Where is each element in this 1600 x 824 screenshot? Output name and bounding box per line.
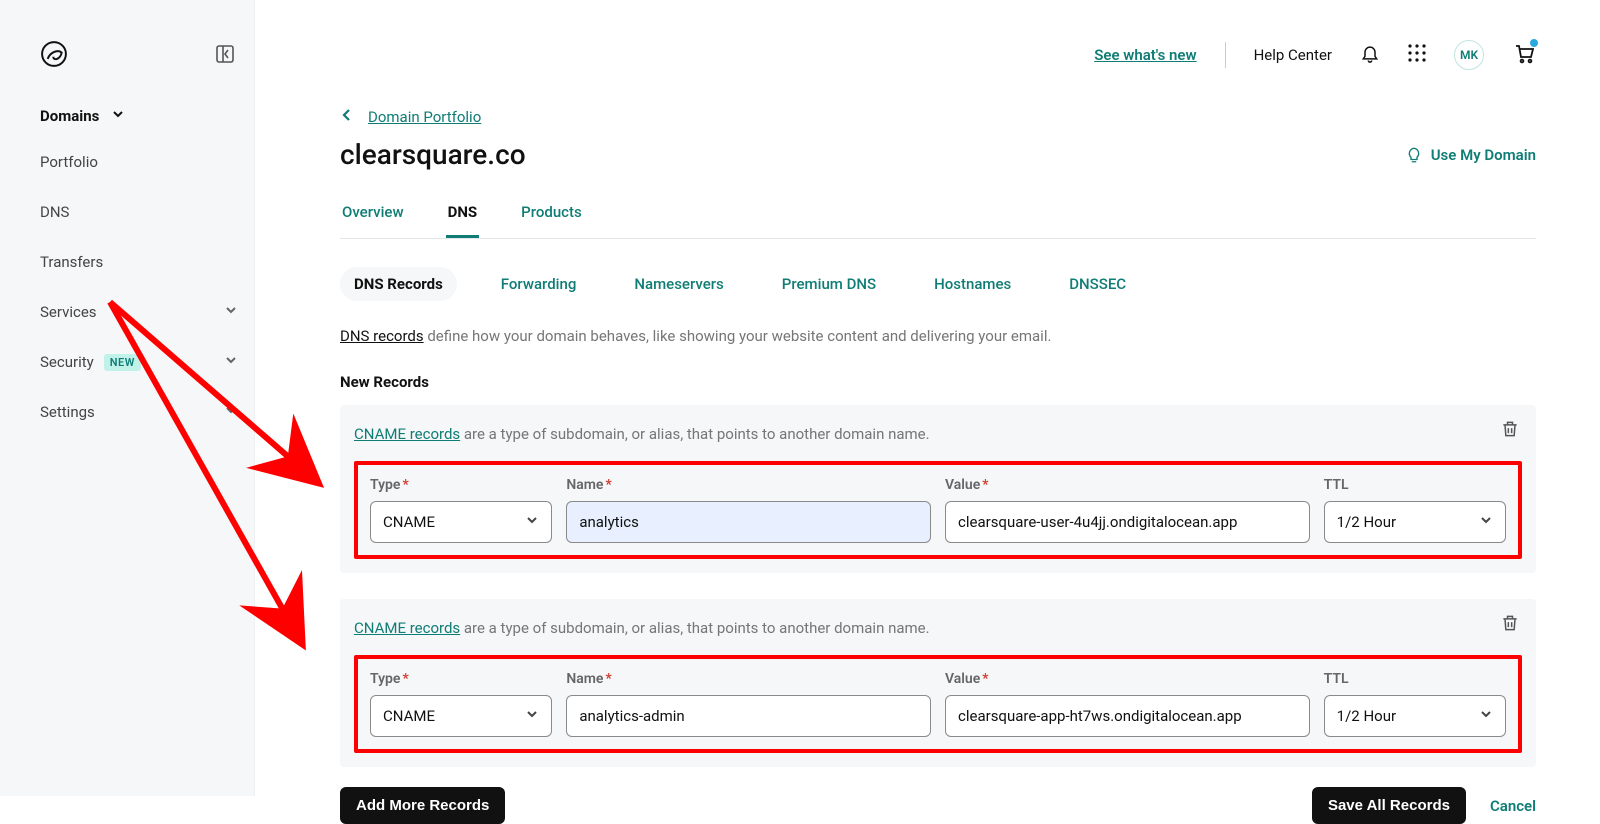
- sidebar-item-label: DNS: [40, 203, 69, 221]
- sidebar-item-security[interactable]: Security NEW: [0, 337, 254, 387]
- chevron-down-icon: [224, 353, 238, 371]
- value-input[interactable]: [945, 501, 1310, 543]
- cart-icon[interactable]: [1512, 41, 1536, 69]
- cname-help-text: CNAME records are a type of subdomain, o…: [354, 619, 1522, 637]
- footer-actions: Add More Records Save All Records Cancel: [340, 787, 1536, 824]
- main-content: Domain Portfolio clearsquare.co Use My D…: [340, 108, 1536, 824]
- cname-help-text: CNAME records are a type of subdomain, o…: [354, 425, 1522, 443]
- sidebar-item-label: Services: [40, 303, 97, 321]
- name-input[interactable]: [566, 501, 931, 543]
- breadcrumb-link[interactable]: Domain Portfolio: [368, 108, 481, 126]
- breadcrumb: Domain Portfolio: [340, 108, 1536, 126]
- help-center-link[interactable]: Help Center: [1254, 46, 1332, 64]
- field-label-name: Name*: [566, 477, 931, 493]
- dns-records-help-link[interactable]: DNS records: [340, 327, 424, 345]
- dns-subtabs: DNS Records Forwarding Nameservers Premi…: [340, 267, 1536, 301]
- field-label-ttl: TTL: [1324, 477, 1506, 493]
- record-card: CNAME records are a type of subdomain, o…: [340, 599, 1536, 767]
- subtab-dnssec[interactable]: DNSSEC: [1055, 267, 1140, 301]
- sidebar-item-label: Security: [40, 353, 94, 371]
- record-fields-row: Type* CNAME Name* Value* TTL 1/2 Hour: [354, 655, 1522, 753]
- field-label-name: Name*: [566, 671, 931, 687]
- bell-icon[interactable]: [1360, 43, 1380, 67]
- dns-records-info: DNS records define how your domain behav…: [340, 327, 1536, 345]
- field-label-value: Value*: [945, 477, 1310, 493]
- ttl-select[interactable]: 1/2 Hour: [1324, 501, 1506, 543]
- main-tabs: Overview DNS Products: [340, 193, 1536, 239]
- field-label-value: Value*: [945, 671, 1310, 687]
- tab-overview[interactable]: Overview: [340, 193, 406, 238]
- type-select-value: CNAME: [383, 707, 435, 725]
- tab-dns[interactable]: DNS: [446, 193, 480, 238]
- ttl-select[interactable]: 1/2 Hour: [1324, 695, 1506, 737]
- chevron-down-icon: [1479, 513, 1493, 531]
- sidebar-item-settings[interactable]: Settings: [0, 387, 254, 437]
- lightbulb-icon: [1405, 146, 1423, 164]
- tab-products[interactable]: Products: [519, 193, 584, 238]
- sidebar-item-label: Portfolio: [40, 153, 98, 171]
- sidebar-item-services[interactable]: Services: [0, 287, 254, 337]
- chevron-down-icon: [525, 707, 539, 725]
- chevron-down-icon: [224, 303, 238, 321]
- cancel-link[interactable]: Cancel: [1490, 797, 1536, 815]
- chevron-down-icon: [224, 403, 238, 421]
- type-select[interactable]: CNAME: [370, 501, 552, 543]
- value-input[interactable]: [945, 695, 1310, 737]
- type-select-value: CNAME: [383, 513, 435, 531]
- sidebar-item-label: Transfers: [40, 253, 103, 271]
- topbar: See what's new Help Center MK: [1094, 40, 1536, 70]
- chevron-down-icon: [1479, 707, 1493, 725]
- record-card: CNAME records are a type of subdomain, o…: [340, 405, 1536, 573]
- domain-title: clearsquare.co: [340, 138, 526, 171]
- chevron-down-icon: [525, 513, 539, 531]
- use-my-domain-label: Use My Domain: [1431, 146, 1536, 164]
- whats-new-link[interactable]: See what's new: [1094, 46, 1196, 64]
- subtab-forwarding[interactable]: Forwarding: [487, 267, 591, 301]
- new-records-heading: New Records: [340, 373, 1536, 391]
- subtab-dns-records[interactable]: DNS Records: [340, 267, 457, 301]
- sidebar-collapse-icon[interactable]: [216, 45, 234, 67]
- back-icon[interactable]: [340, 108, 354, 126]
- chevron-down-icon: [111, 107, 125, 125]
- subtab-nameservers[interactable]: Nameservers: [620, 267, 737, 301]
- sidebar-item-transfers[interactable]: Transfers: [0, 237, 254, 287]
- sidebar-item-label: Settings: [40, 403, 95, 421]
- ttl-select-value: 1/2 Hour: [1337, 513, 1396, 531]
- sidebar: Domains Portfolio DNS Transfers Services…: [0, 0, 255, 796]
- field-label-type: Type*: [370, 477, 552, 493]
- cname-records-help-link[interactable]: CNAME records: [354, 425, 460, 443]
- new-badge: NEW: [104, 354, 141, 371]
- field-label-ttl: TTL: [1324, 671, 1506, 687]
- sidebar-item-dns[interactable]: DNS: [0, 187, 254, 237]
- divider: [1225, 42, 1226, 68]
- record-fields-row: Type* CNAME Name* Value* TTL 1/2 Hour: [354, 461, 1522, 559]
- cart-indicator-dot: [1530, 39, 1538, 47]
- apps-grid-icon[interactable]: [1408, 44, 1426, 66]
- field-label-type: Type*: [370, 671, 552, 687]
- type-select[interactable]: CNAME: [370, 695, 552, 737]
- sidebar-section-domains[interactable]: Domains: [0, 95, 254, 137]
- subtab-premium-dns[interactable]: Premium DNS: [768, 267, 890, 301]
- sidebar-section-label: Domains: [40, 107, 99, 125]
- trash-icon[interactable]: [1500, 613, 1520, 637]
- subtab-hostnames[interactable]: Hostnames: [920, 267, 1025, 301]
- use-my-domain-button[interactable]: Use My Domain: [1405, 146, 1536, 164]
- ttl-select-value: 1/2 Hour: [1337, 707, 1396, 725]
- sidebar-item-portfolio[interactable]: Portfolio: [0, 137, 254, 187]
- name-input[interactable]: [566, 695, 931, 737]
- save-all-records-button[interactable]: Save All Records: [1312, 787, 1466, 824]
- cname-records-help-link[interactable]: CNAME records: [354, 619, 460, 637]
- add-more-records-button[interactable]: Add More Records: [340, 787, 505, 824]
- trash-icon[interactable]: [1500, 419, 1520, 443]
- dns-records-info-text: define how your domain behaves, like sho…: [424, 327, 1052, 345]
- avatar[interactable]: MK: [1454, 40, 1484, 70]
- brand-logo[interactable]: [40, 40, 68, 72]
